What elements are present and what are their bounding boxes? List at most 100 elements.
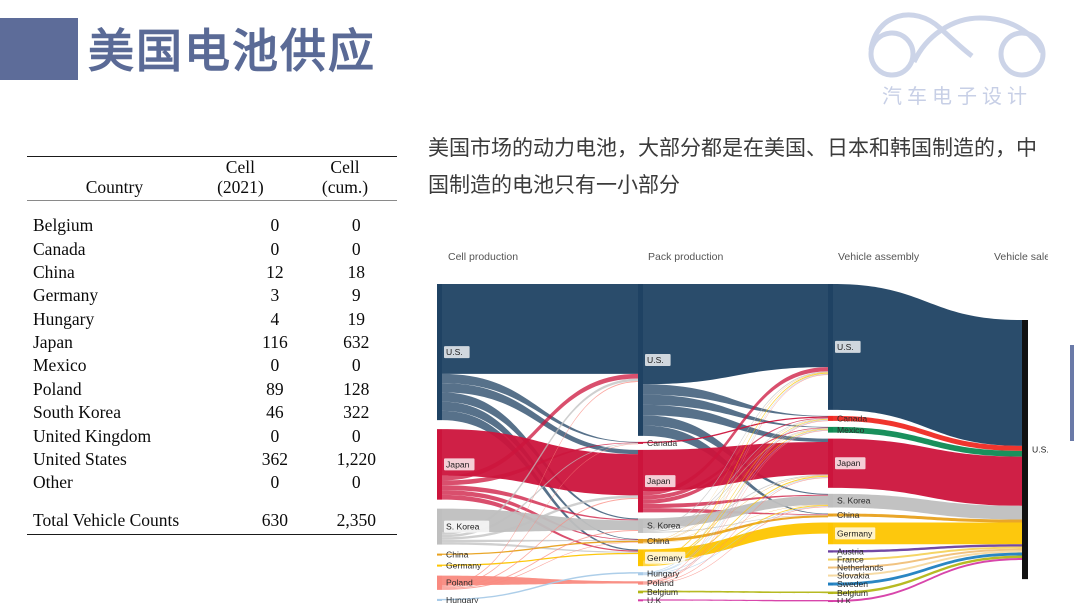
sankey-node-label: China (446, 550, 469, 560)
sankey-node-Germany[interactable] (437, 564, 442, 567)
sankey-node-Japan[interactable] (638, 449, 643, 513)
header-cell-2021-line2: (2021) (217, 177, 264, 197)
table-header-row: Country Cell (2021) Cell (cum.) (27, 157, 397, 200)
cell-cum-value: 9 (351, 285, 361, 306)
total-cell-cum: 2,350 (336, 509, 376, 530)
sankey-node-UK[interactable] (828, 600, 833, 603)
cell-country: Japan (33, 332, 73, 353)
sankey-node-label: China (837, 510, 860, 520)
cell-cum-value: 632 (343, 332, 370, 353)
total-label: Total Vehicle Counts (33, 509, 180, 530)
sankey-node-Mexico[interactable] (828, 426, 833, 433)
sankey-node-Poland[interactable] (638, 581, 643, 585)
sankey-node-label: U.K (837, 596, 852, 603)
sankey-node-France[interactable] (828, 558, 833, 561)
cell-country: Belgium (33, 215, 94, 236)
header-cell-2021: Cell (2021) (188, 157, 293, 200)
cell-cum-value: 128 (343, 378, 370, 399)
sankey-node-UK[interactable] (638, 599, 643, 602)
sankey-node-label: U.S.A. (1032, 445, 1048, 455)
sankey-node-Germany[interactable] (828, 522, 833, 545)
sankey-node-US[interactable] (828, 284, 833, 410)
sankey-flow-UK-to-UK (643, 599, 828, 602)
table-total-row: Total Vehicle Counts 630 2,350 (27, 508, 397, 534)
sankey-node-label: Germany (647, 553, 683, 563)
sankey-node-label: China (647, 536, 670, 546)
sankey-node-Hungary[interactable] (437, 598, 442, 601)
sankey-node-China[interactable] (638, 538, 643, 544)
cell-cum-value: 0 (351, 215, 361, 236)
sankey-node-Netherlands[interactable] (828, 566, 833, 569)
sankey-node-Sweden[interactable] (828, 582, 833, 586)
sankey-node-SKorea[interactable] (828, 493, 833, 508)
table: Country Cell (2021) Cell (cum.) (27, 157, 397, 200)
header-cell-cum-line1: Cell (330, 157, 360, 177)
sankey-node-Canada[interactable] (828, 415, 833, 421)
total-cell-2021: 630 (261, 509, 289, 530)
sankey-node-SKorea[interactable] (437, 508, 442, 545)
sankey-node-Canada[interactable] (638, 441, 643, 444)
page-title: 美国电池供应 (88, 25, 376, 77)
header-cell-cum: Cell (cum.) (293, 157, 397, 200)
sankey-node-Austria[interactable] (828, 550, 833, 553)
sankey-node-label: U.S. (446, 347, 463, 357)
table-row: Mexico 0 0 (27, 354, 397, 377)
sankey-node-Slovakia[interactable] (828, 574, 833, 577)
table-row: Belgium 0 0 (27, 214, 397, 237)
sankey-node-China[interactable] (828, 513, 833, 517)
table-spacer (27, 201, 397, 214)
table-spacer (27, 495, 397, 508)
cell-2021-value: 116 (262, 332, 288, 353)
cell-country: Germany (33, 285, 99, 306)
cell-country: Canada (33, 238, 86, 259)
table-row: China 12 18 (27, 261, 397, 284)
slide-root: 美国电池供应 汽车电子设计 Country Cell (2021) Cell (… (0, 0, 1080, 603)
sankey-node-Germany[interactable] (638, 549, 643, 567)
sankey-node-US[interactable] (638, 284, 643, 436)
table-row: South Korea 46 322 (27, 401, 397, 424)
sankey-node-US[interactable] (437, 284, 442, 421)
cell-country: China (33, 261, 75, 282)
cell-cum-value: 0 (351, 238, 361, 259)
sankey-node-label: S. Korea (647, 521, 681, 531)
sankey-stage-label-2: Vehicle assembly (838, 251, 920, 263)
sankey-node-SKorea[interactable] (638, 518, 643, 533)
sankey-stage-label-0: Cell production (448, 251, 518, 263)
sankey-node-Belgium[interactable] (828, 591, 833, 595)
sankey-node-label: Japan (647, 476, 671, 486)
sankey-stage-label-1: Pack production (648, 251, 723, 263)
cell-2021-value: 0 (270, 238, 280, 259)
sankey-node-label: Japan (446, 459, 470, 469)
cell-cum-value: 18 (347, 261, 366, 282)
lead-paragraph: 美国市场的动力电池，大部分都是在美国、日本和韩国制造的，中国制造的电池只有一小部… (428, 137, 1037, 197)
sankey-node-Japan[interactable] (828, 438, 833, 488)
sankey-node-label: Germany (837, 528, 873, 538)
sankey-node-Japan[interactable] (437, 429, 442, 500)
sankey-node-China[interactable] (437, 553, 442, 556)
table-body: Belgium 0 0 Canada 0 0 China 12 18 Germany 3 9 Hunga… (27, 201, 397, 534)
sankey-node-USA[interactable] (1022, 320, 1028, 580)
sankey-diagram: Cell production Pack production Vehicle as… (428, 242, 1048, 603)
sankey-node-Belgium[interactable] (638, 590, 643, 594)
cell-2021-value: 3 (270, 285, 280, 306)
sankey-node-label: S. Korea (837, 496, 871, 506)
sankey-flow-US-to-US (643, 284, 828, 385)
cell-2021-value: 46 (266, 402, 284, 423)
sankey-node-Poland[interactable] (437, 575, 442, 590)
sankey-node-label: U.S. (647, 355, 664, 365)
sankey-node-label: S. Korea (446, 522, 480, 532)
sankey-node-label: Germany (446, 561, 482, 571)
cell-2021-value: 0 (270, 472, 280, 493)
sankey-node-label: U.S. (837, 342, 854, 352)
sankey-node-label: Hungary (446, 595, 479, 603)
cell-2021-value: 362 (261, 448, 289, 469)
table-rule-bottom (27, 533, 397, 535)
table-row: Japan 116 632 (27, 331, 397, 354)
brand-logo-caption: 汽车电子设计 (882, 86, 1032, 108)
sankey-stage-label-3: Vehicle sales (994, 251, 1048, 263)
cell-cum-value: 0 (351, 472, 361, 493)
brand-logo: 汽车电子设计 (848, 6, 1066, 110)
header-country: Country (85, 177, 144, 197)
sankey-node-Hungary[interactable] (638, 572, 643, 576)
cell-2021-value: 12 (266, 261, 284, 282)
